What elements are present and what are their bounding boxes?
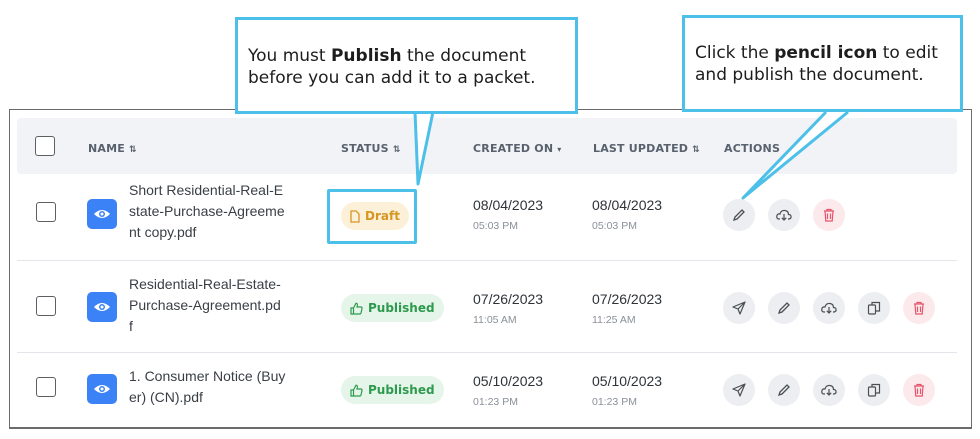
publish-callout: You must Publish the document before you…	[235, 17, 578, 114]
draft-highlight	[327, 189, 417, 244]
pencil-callout: Click the pencil icon to edit and publis…	[682, 15, 963, 112]
